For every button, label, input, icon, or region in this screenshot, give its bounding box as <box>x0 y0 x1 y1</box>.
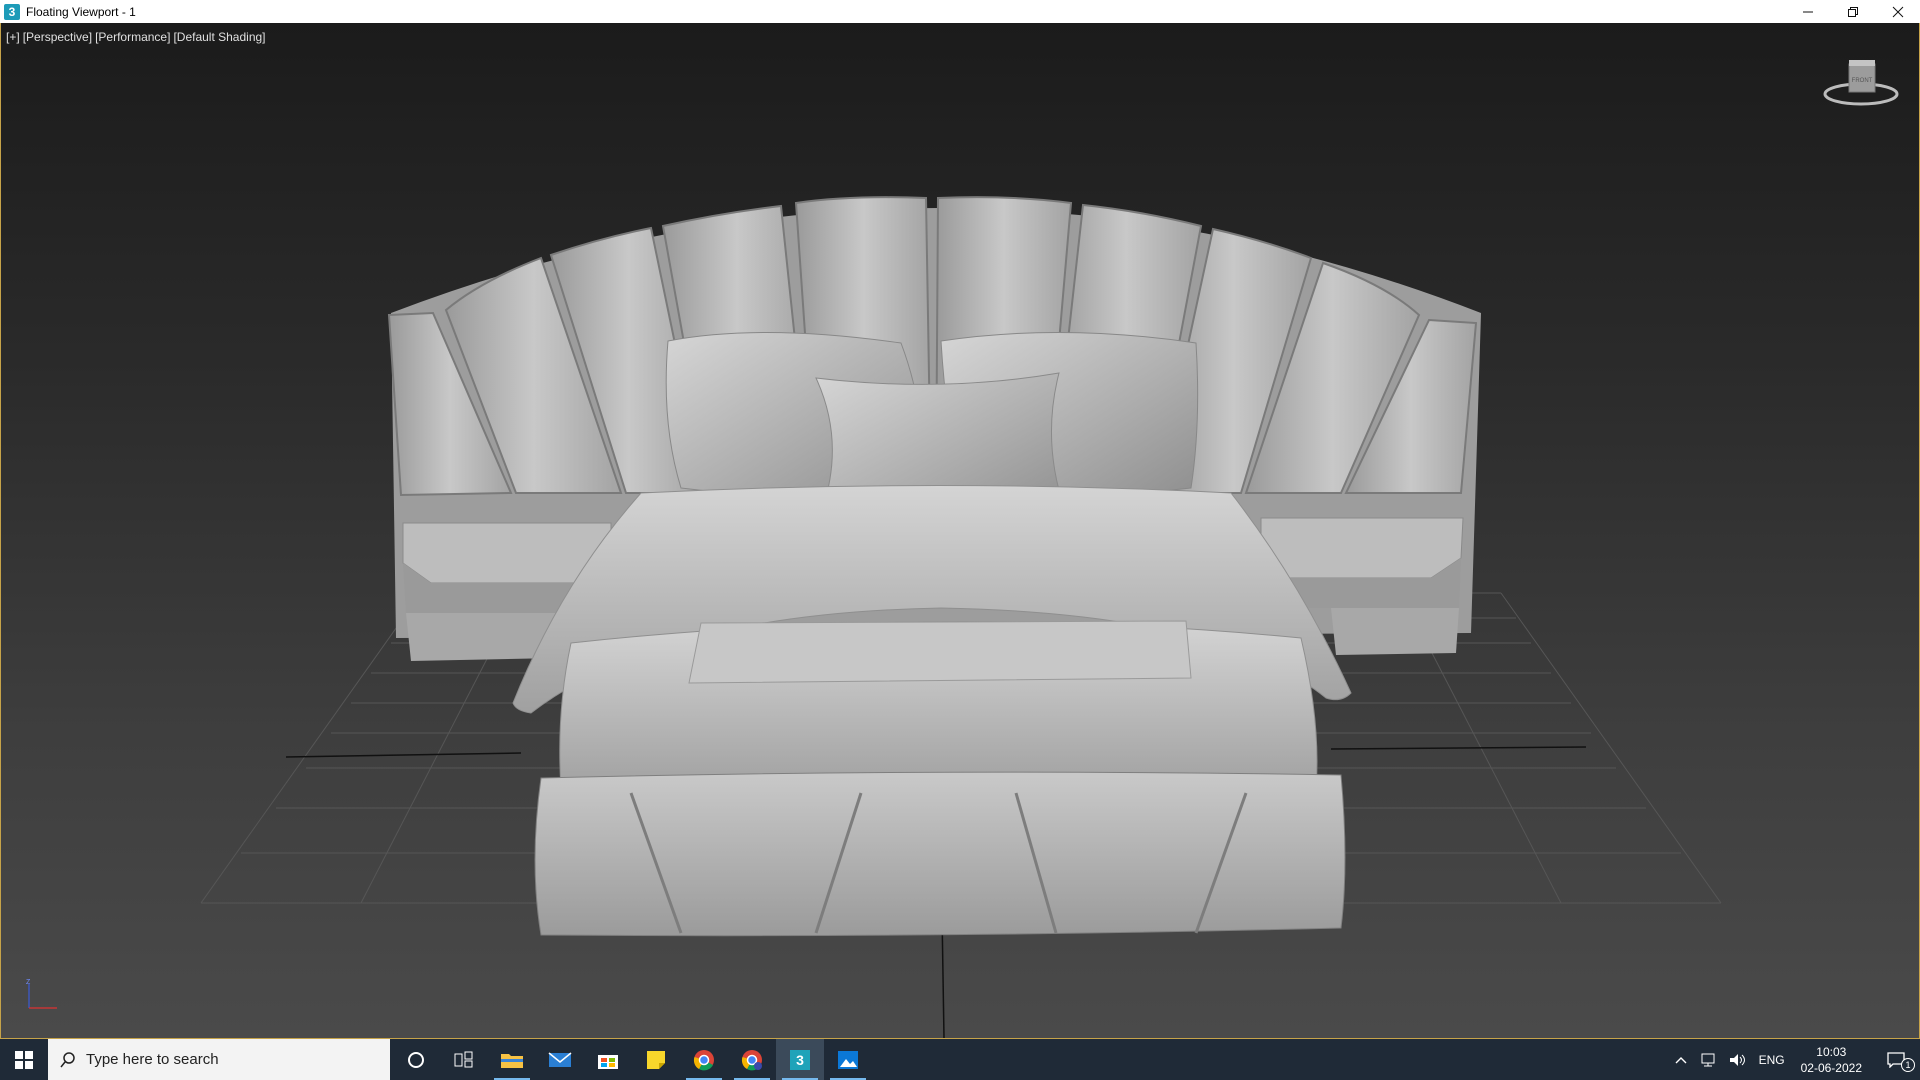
taskbar: Type here to search 3 ENG 10:03 02-06-20… <box>0 1039 1920 1080</box>
close-icon <box>1892 6 1903 17</box>
minimize-button[interactable] <box>1785 0 1830 23</box>
volume-icon <box>1729 1053 1745 1066</box>
viewcube-face-label: FRONT <box>1852 78 1873 84</box>
minimize-icon <box>1802 11 1813 12</box>
network-button[interactable] <box>1693 1039 1723 1080</box>
svg-text:3: 3 <box>796 1052 804 1068</box>
cortana-button[interactable] <box>392 1039 440 1080</box>
search-icon <box>60 1051 75 1067</box>
taskbar-clock[interactable]: 10:03 02-06-2022 <box>1791 1044 1872 1076</box>
sticky-notes-icon <box>647 1050 665 1069</box>
notification-count-badge: 1 <box>1901 1058 1915 1072</box>
cortana-icon <box>408 1051 424 1068</box>
chrome-profile-icon <box>741 1049 762 1070</box>
search-placeholder: Type here to search <box>86 1051 219 1068</box>
task-view-button[interactable] <box>440 1039 488 1080</box>
photos-icon <box>838 1050 858 1069</box>
mail-button[interactable] <box>536 1039 584 1080</box>
mail-icon <box>548 1051 572 1067</box>
viewcube[interactable]: FRONT <box>1821 58 1901 118</box>
chevron-up-icon <box>1675 1056 1687 1063</box>
start-button[interactable] <box>0 1039 48 1080</box>
windows-logo-icon <box>15 1050 33 1069</box>
pinned-apps: 3 <box>392 1039 872 1080</box>
task-view-icon <box>454 1051 473 1067</box>
microsoft-store-icon <box>598 1054 618 1069</box>
network-icon <box>1701 1053 1715 1066</box>
chrome-icon <box>693 1049 714 1070</box>
axis-z-label: Z <box>26 979 31 986</box>
system-tray: ENG 10:03 02-06-2022 1 <box>1669 1039 1920 1080</box>
input-language-indicator[interactable]: ENG <box>1753 1039 1791 1080</box>
taskbar-search-box[interactable]: Type here to search <box>48 1039 390 1080</box>
chrome-profile-button[interactable] <box>728 1039 776 1080</box>
clock-date: 02-06-2022 <box>1800 1060 1862 1075</box>
sticky-notes-button[interactable] <box>632 1039 680 1080</box>
bed-runner <box>688 620 1192 684</box>
chrome-button[interactable] <box>680 1039 728 1080</box>
window-controls <box>1785 0 1920 23</box>
file-explorer-button[interactable] <box>488 1039 536 1080</box>
restore-button[interactable] <box>1830 0 1875 23</box>
show-hidden-icons-button[interactable] <box>1669 1039 1693 1080</box>
3dsmax-app-icon[interactable]: 3 <box>4 3 20 20</box>
window-title: Floating Viewport - 1 <box>26 4 136 19</box>
action-center-button[interactable]: 1 <box>1872 1039 1920 1080</box>
close-button[interactable] <box>1875 0 1920 23</box>
title-bar: 3 Floating Viewport - 1 <box>0 0 1920 24</box>
3dsmax-taskbar-button[interactable]: 3 <box>776 1039 824 1080</box>
axis-tripod: Z <box>26 979 57 1009</box>
floating-viewport[interactable]: [+] [Perspective] [Performance] [Default Sh… <box>0 23 1920 1039</box>
microsoft-store-button[interactable] <box>584 1039 632 1080</box>
photos-button[interactable] <box>824 1039 872 1080</box>
3dsmax-icon: 3 <box>790 1049 810 1070</box>
file-explorer-icon <box>501 1053 523 1068</box>
volume-button[interactable] <box>1723 1039 1753 1080</box>
bed-3d-model[interactable] <box>1 23 1919 1038</box>
clock-time: 10:03 <box>1816 1044 1847 1059</box>
restore-icon <box>1847 6 1858 17</box>
